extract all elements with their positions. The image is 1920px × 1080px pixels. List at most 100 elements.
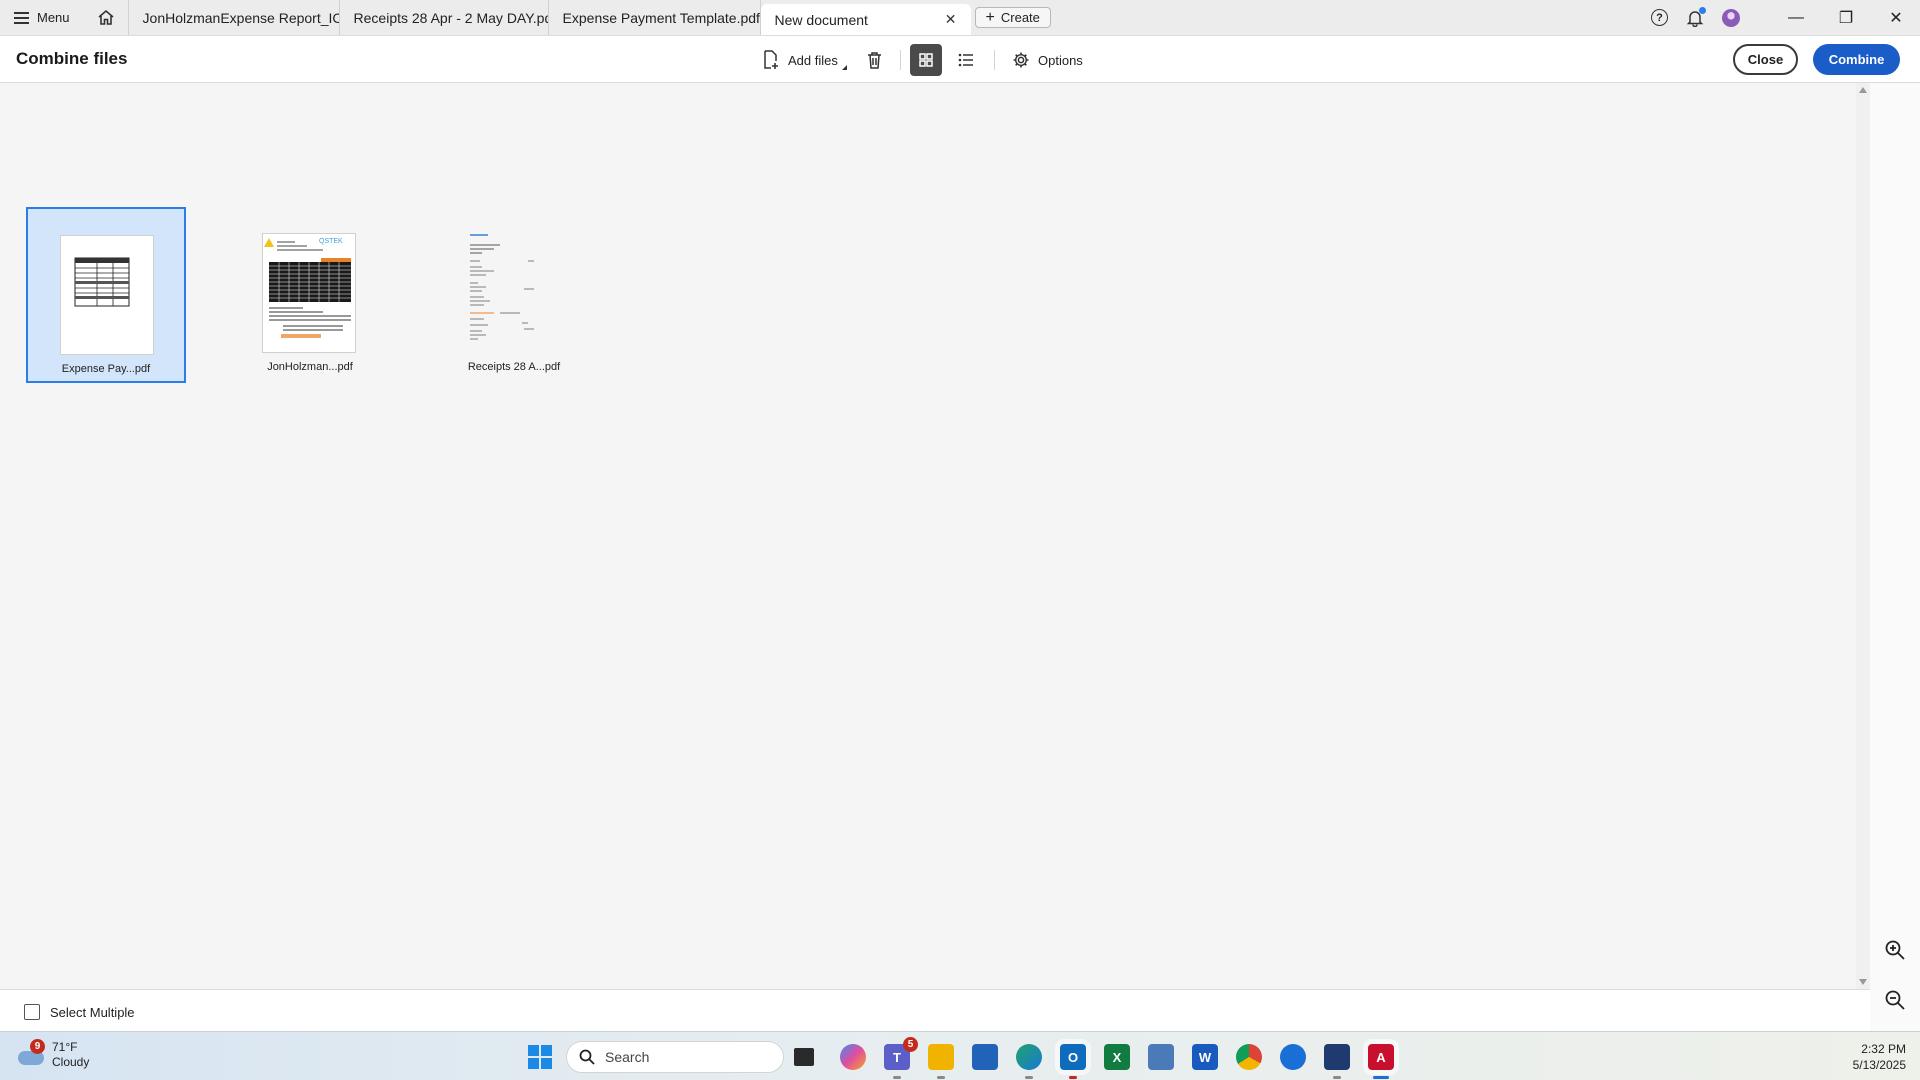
file-workspace: Expense Pay...pdf QSTEK JonHolzman...pdf [0, 83, 1856, 989]
clock-date: 5/13/2025 [1852, 1058, 1906, 1072]
cloud-icon: 9 [18, 1039, 45, 1065]
search-placeholder: Search [605, 1049, 650, 1065]
file-thumbnail: QSTEK [262, 233, 356, 353]
weather-condition: Cloudy [52, 1055, 90, 1069]
avatar[interactable] [1722, 8, 1740, 27]
file-card-expense-payment[interactable]: Expense Pay...pdf [26, 207, 186, 383]
help-icon[interactable]: ? [1651, 9, 1668, 26]
teams-icon[interactable]: T5 [884, 1037, 918, 1070]
spiral-app-icon[interactable] [1280, 1044, 1306, 1070]
microsoft-store-icon[interactable] [972, 1044, 998, 1070]
grid-icon [919, 53, 933, 67]
create-label: Create [1000, 10, 1040, 25]
excel-icon[interactable]: X [1104, 1044, 1130, 1070]
search-app-running-indicator [1333, 1076, 1341, 1079]
weather-temp: 71°F [52, 1040, 78, 1054]
window-controls: — ❐ ✕ [1786, 8, 1906, 28]
tab-new-document[interactable]: New document ✕ [760, 4, 971, 35]
tab-expense-template[interactable]: Expense Payment Template.pdf [549, 0, 761, 35]
tabbar-right: ? — ❐ ✕ [1651, 0, 1920, 35]
scroll-down-icon[interactable] [1859, 979, 1867, 985]
zoom-in-icon[interactable] [1884, 939, 1906, 961]
task-view-icon[interactable] [794, 1048, 814, 1066]
taskbar-search[interactable]: Search [566, 1041, 784, 1073]
window-close-icon[interactable]: ✕ [1886, 8, 1906, 28]
select-multiple-checkbox[interactable] [24, 1004, 40, 1020]
add-file-icon [764, 50, 778, 69]
file-thumbnail [60, 235, 154, 355]
clock-time: 2:32 PM [1861, 1042, 1906, 1056]
tab-label: Receipts 28 Apr - 2 May DAY.pdf [353, 9, 549, 26]
tab-expense-report[interactable]: JonHolzmanExpense Report_IC... [127, 0, 340, 35]
scroll-up-icon[interactable] [1859, 87, 1867, 93]
tab-receipts[interactable]: Receipts 28 Apr - 2 May DAY.pdf [340, 0, 549, 35]
dropdown-corner-icon [841, 64, 847, 70]
notifications-icon[interactable] [1686, 6, 1706, 27]
weather-widget[interactable]: 9 71°F Cloudy [18, 1039, 89, 1070]
select-multiple-label[interactable]: Select Multiple [50, 1005, 135, 1020]
search-app-icon[interactable] [1324, 1044, 1350, 1070]
zoom-rail [1870, 83, 1920, 1031]
gear-icon [1013, 52, 1029, 68]
acrobat-running-indicator [1373, 1076, 1389, 1079]
create-button[interactable]: + Create [974, 7, 1051, 28]
outlook-running-indicator [1069, 1076, 1077, 1079]
home-icon [98, 9, 114, 25]
add-files-label: Add files [788, 52, 838, 68]
outlook-icon[interactable]: O [1060, 1044, 1086, 1070]
windows-taskbar: 9 71°F Cloudy Search T5 O X W A 2:32 PM … [0, 1031, 1920, 1080]
vertical-scrollbar[interactable] [1856, 83, 1870, 989]
toolbar-divider [994, 50, 995, 70]
list-view-button[interactable] [958, 44, 974, 76]
list-icon [958, 53, 973, 67]
file-name: JonHolzman...pdf [267, 361, 353, 373]
menu-label: Menu [37, 10, 70, 25]
file-name: Receipts 28 A...pdf [467, 361, 561, 373]
title-tab-bar: Menu JonHolzmanExpense Report_IC... Rece… [0, 0, 1920, 36]
teams-badge: 5 [903, 1037, 918, 1052]
options-button[interactable]: Options [1012, 44, 1083, 76]
hamburger-icon [14, 11, 29, 24]
explorer-running-indicator [937, 1076, 945, 1079]
weather-badge: 9 [30, 1039, 45, 1054]
calculator-icon[interactable] [1148, 1044, 1174, 1070]
file-name: Expense Pay...pdf [61, 363, 151, 375]
weather-text: 71°F Cloudy [52, 1040, 89, 1070]
start-button[interactable] [528, 1045, 552, 1069]
copilot-icon[interactable] [840, 1044, 866, 1070]
chrome-icon[interactable] [1236, 1044, 1262, 1070]
close-button[interactable]: Close [1733, 44, 1798, 75]
edge-icon[interactable] [1016, 1044, 1042, 1070]
edge-running-indicator [1025, 1076, 1033, 1079]
minimize-icon[interactable]: — [1786, 9, 1806, 27]
plus-icon: + [985, 8, 995, 26]
tab-close-icon[interactable]: ✕ [945, 11, 957, 28]
add-files-button[interactable]: Add files [762, 44, 847, 76]
word-icon[interactable]: W [1192, 1044, 1218, 1070]
teams-running-indicator [893, 1076, 901, 1079]
home-button[interactable] [84, 0, 128, 35]
combine-button[interactable]: Combine [1813, 44, 1900, 75]
menu-button[interactable]: Menu [0, 0, 84, 35]
svg-text:QSTEK: QSTEK [319, 238, 343, 245]
file-thumbnail-stack [464, 225, 574, 357]
toolbar-divider [900, 50, 901, 70]
file-explorer-icon[interactable] [928, 1044, 954, 1070]
combine-toolbar: Combine files Add files Options Close Co… [0, 36, 1920, 83]
acrobat-icon[interactable]: A [1368, 1044, 1394, 1070]
bottom-status-bar: Select Multiple [0, 989, 1870, 1031]
file-card-jonholzman[interactable]: QSTEK JonHolzman...pdf [230, 207, 390, 383]
restore-icon[interactable]: ❐ [1836, 8, 1856, 28]
search-icon [579, 1049, 595, 1065]
tab-label: New document [774, 11, 868, 28]
tab-label: JonHolzmanExpense Report_IC... [142, 9, 340, 26]
trash-icon [868, 52, 881, 69]
system-clock[interactable]: 2:32 PM 5/13/2025 [1853, 1041, 1906, 1073]
zoom-out-icon[interactable] [1884, 989, 1906, 1011]
grid-view-button[interactable] [910, 44, 942, 76]
tab-label: Expense Payment Template.pdf [562, 9, 760, 26]
options-label: Options [1038, 52, 1083, 68]
delete-button[interactable] [866, 44, 883, 76]
file-card-receipts[interactable]: Receipts 28 A...pdf [434, 207, 594, 383]
page-title: Combine files [16, 49, 128, 68]
